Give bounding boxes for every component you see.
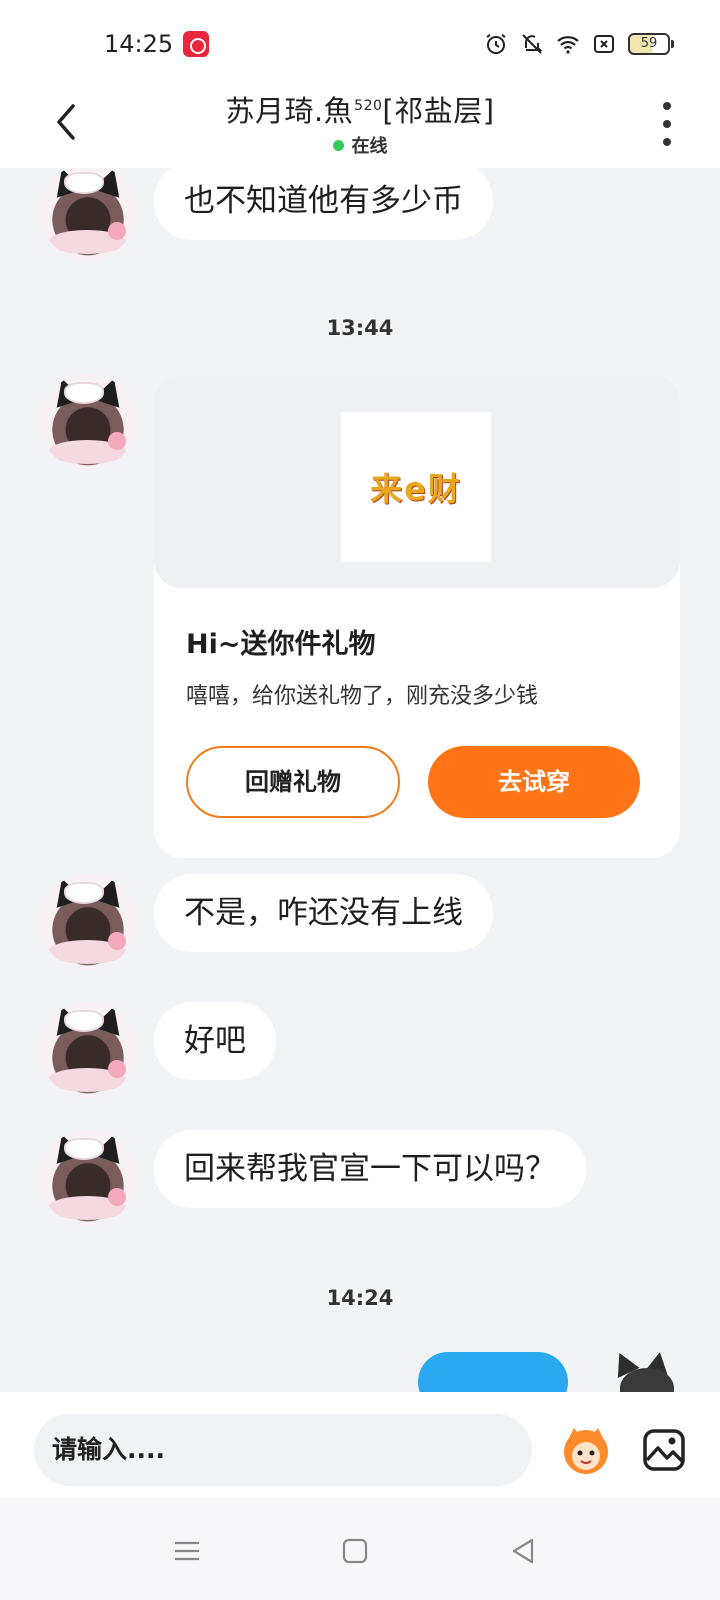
bow (64, 1138, 104, 1160)
timestamp: 13:44 (326, 316, 394, 340)
title-wrap: 苏月琦.魚520[祁盐层] 在线 (0, 88, 720, 158)
timestamp: 14:24 (326, 1286, 394, 1310)
message-input[interactable]: 请输入.... (34, 1414, 532, 1486)
contact-avatar[interactable] (40, 168, 136, 260)
sim-icon (594, 35, 614, 53)
bow (64, 1010, 104, 1032)
online-dot-icon (332, 139, 344, 151)
contact-group: [祁盐层] (382, 94, 495, 128)
message-text: 好吧 (184, 1023, 246, 1059)
contact-name-sup: 520 (354, 98, 383, 115)
app-notification-icon (183, 31, 209, 57)
contact-avatar[interactable] (40, 874, 136, 970)
bow (64, 882, 104, 904)
try-on-button[interactable]: 去试穿 (428, 746, 640, 818)
more-vertical-icon (663, 102, 671, 110)
status-icons: 59 (484, 32, 674, 56)
contact-avatar[interactable] (40, 1002, 136, 1098)
contact-avatar[interactable] (40, 1130, 136, 1226)
gift-image: 来e财 (341, 412, 491, 562)
online-status-label: 在线 (351, 136, 388, 157)
mute-icon (522, 34, 543, 54)
online-status: 在线 (0, 132, 720, 158)
status-time: 14:25 (104, 30, 174, 58)
menu-icon[interactable] (172, 1536, 202, 1566)
input-bar: 请输入.... (0, 1392, 720, 1498)
status-bar: 14:25 59 (0, 0, 720, 80)
battery-icon: 59 (628, 33, 674, 55)
paw (108, 222, 126, 240)
paw (108, 932, 126, 950)
gift-description: 嘻嘻，给你送礼物了，刚充没多少钱 (186, 684, 539, 709)
message-bubble[interactable]: 也不知道他有多少币 (154, 168, 493, 240)
more-options-button[interactable] (660, 102, 674, 146)
gift-image-text: 来e财 (370, 470, 462, 508)
gift-banner: 来e财 (154, 374, 680, 588)
contact-name: 苏月琦.魚 (225, 94, 354, 128)
back-triangle-icon[interactable] (508, 1536, 538, 1566)
gift-card[interactable]: 来e财 Hi~送你件礼物 嘻嘻，给你送礼物了，刚充没多少钱 回赠礼物 去试穿 (154, 374, 680, 858)
more-dot (663, 120, 671, 128)
outgoing-message-bubble[interactable] (418, 1352, 568, 1392)
bow (64, 172, 104, 194)
home-icon[interactable] (340, 1536, 370, 1566)
self-avatar[interactable] (606, 1346, 686, 1392)
contact-avatar[interactable] (40, 374, 136, 470)
message-bubble[interactable]: 回来帮我官宣一下可以吗？ (154, 1130, 586, 1208)
message-text: 也不知道他有多少币 (184, 183, 463, 219)
image-icon[interactable] (640, 1426, 688, 1474)
message-bubble[interactable]: 好吧 (154, 1002, 276, 1080)
message-text: 不是，咋还没有上线 (184, 895, 463, 931)
chat-title: 苏月琦.魚520[祁盐层] (0, 88, 720, 130)
more-dot (663, 138, 671, 146)
return-gift-button[interactable]: 回赠礼物 (186, 746, 400, 818)
chat-header: 苏月琦.魚520[祁盐层] 在线 (0, 80, 720, 168)
bow (64, 382, 104, 404)
paw (108, 1060, 126, 1078)
wifi-icon (557, 36, 579, 54)
chat-message-list[interactable]: 也不知道他有多少币 13:44 来e财 Hi~送你件礼物 嘻嘻，给你送礼物了，刚… (0, 168, 720, 1392)
emoji-icon[interactable] (556, 1420, 616, 1480)
system-nav-bar (0, 1498, 720, 1600)
message-text: 回来帮我官宣一下可以吗？ (184, 1151, 556, 1187)
message-bubble[interactable]: 不是，咋还没有上线 (154, 874, 493, 952)
gift-title: Hi~送你件礼物 (186, 629, 376, 660)
paw (108, 1188, 126, 1206)
alarm-icon (486, 34, 506, 54)
paw (108, 432, 126, 450)
